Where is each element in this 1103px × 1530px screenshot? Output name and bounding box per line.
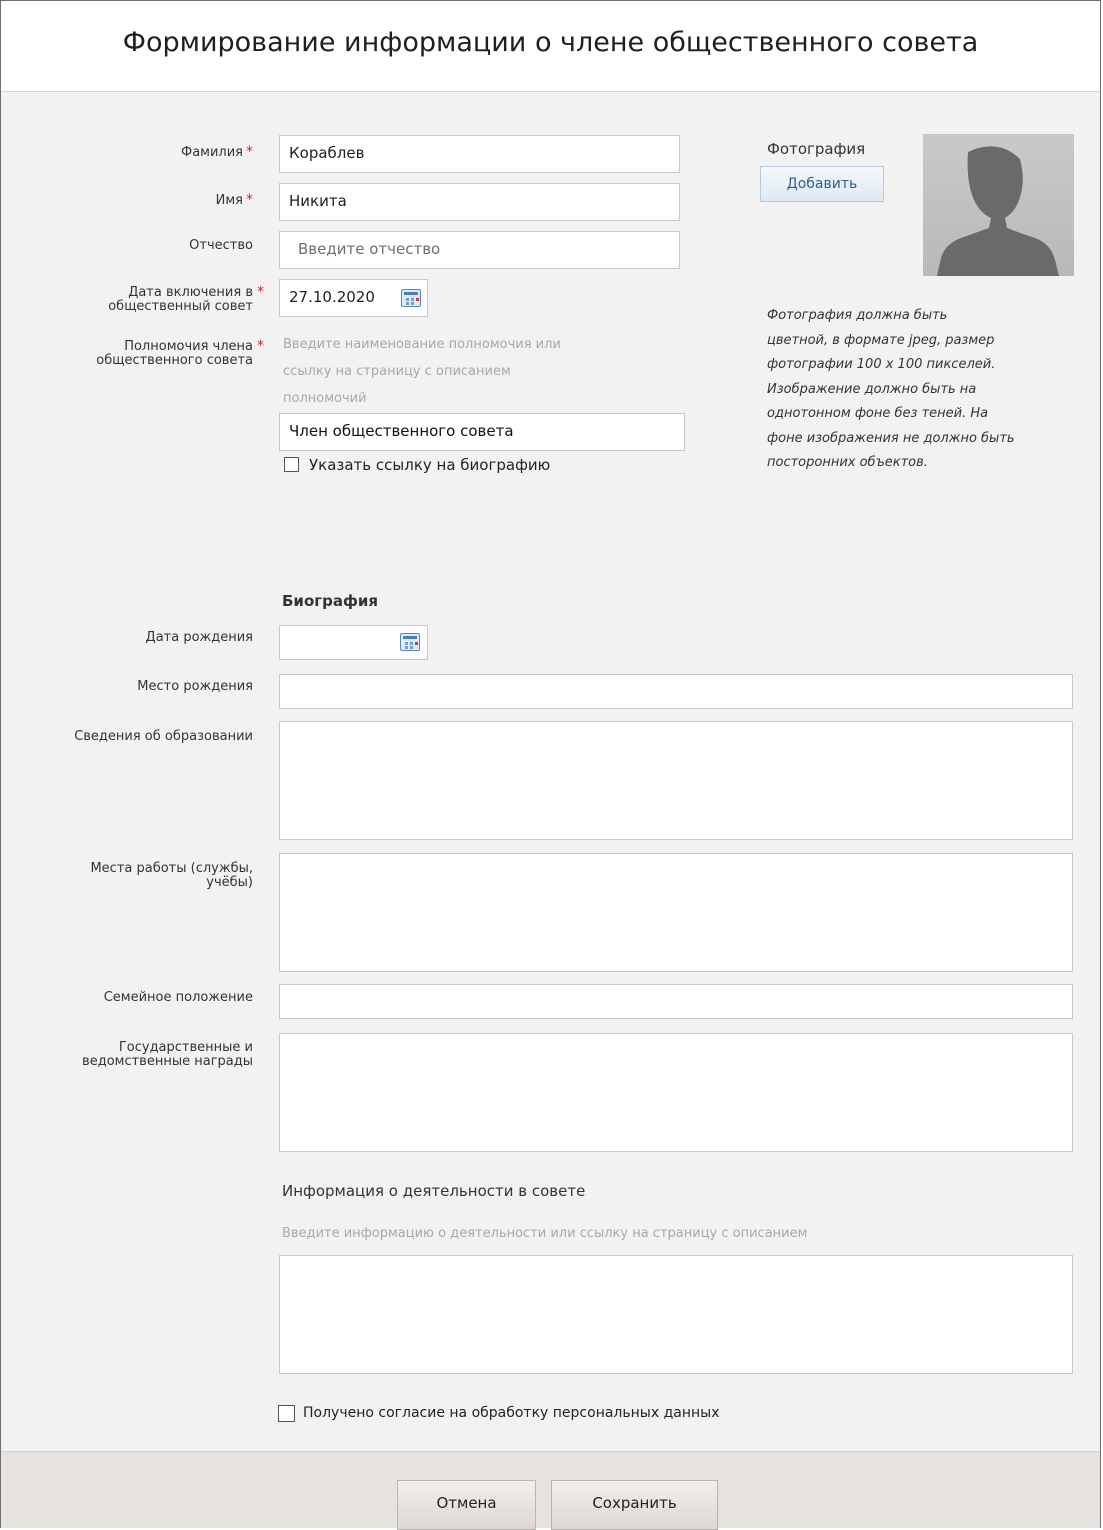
consent-checkbox[interactable]	[278, 1405, 295, 1422]
bio-link-checkbox-label[interactable]: Указать ссылку на биографию	[309, 456, 550, 474]
photo-note-line: однотонном фоне без теней. На	[767, 406, 989, 421]
cancel-button[interactable]: Отмена	[397, 1480, 536, 1530]
birth-place-input[interactable]	[279, 674, 1073, 709]
education-textarea[interactable]	[279, 721, 1073, 840]
education-label: Сведения об образовании	[74, 729, 253, 744]
photo-note-line: фотографии 100 х 100 пикселей.	[767, 357, 996, 372]
photo-note-line: Фотография должна быть	[767, 308, 948, 323]
patronymic-label: Отчество	[189, 238, 253, 253]
dialog-footer: Отмена Сохранить	[1, 1451, 1100, 1530]
name-input[interactable]: Никита	[279, 183, 680, 221]
inclusion-date-label: Дата включения в общественный совет	[108, 285, 253, 314]
save-button[interactable]: Сохранить	[551, 1480, 718, 1530]
dialog-title: Формирование информации о члене обществе…	[122, 27, 979, 58]
person-silhouette-icon	[923, 134, 1074, 276]
work-places-label: Места работы (службы, учёбы)	[90, 861, 253, 890]
photo-note-line: фоне изображения не должно быть	[767, 430, 1015, 446]
photo-requirements-note: Фотография должна быть цветной, в формат…	[767, 304, 1015, 476]
add-photo-button[interactable]: Добавить	[760, 166, 884, 202]
activity-title: Информация о деятельности в совете	[282, 1182, 586, 1200]
awards-textarea[interactable]	[279, 1033, 1073, 1152]
authority-hint-line: Введите наименование полномочия или	[283, 337, 561, 352]
awards-label: Государственные и ведомственные награды	[82, 1040, 253, 1069]
authority-required-mark: *	[257, 338, 264, 354]
birth-date-label: Дата рождения	[145, 630, 253, 645]
photo-note-line: цветной, в формате jpeg, размер	[767, 332, 995, 348]
photo-label: Фотография	[767, 140, 866, 158]
family-status-input[interactable]	[279, 984, 1073, 1019]
calendar-icon[interactable]	[401, 289, 421, 307]
dialog-header: Формирование информации о члене обществе…	[1, 1, 1100, 92]
name-label: Имя *	[215, 192, 253, 208]
family-status-label: Семейное положение	[103, 990, 253, 1005]
photo-note-line: посторонних объектов.	[767, 455, 928, 470]
activity-hint: Введите информацию о деятельности или сс…	[282, 1226, 808, 1241]
authority-hint-line: полномочий	[283, 391, 367, 406]
consent-checkbox-label[interactable]: Получено согласие на обработку персональ…	[303, 1405, 719, 1421]
surname-input[interactable]: Кораблев	[279, 135, 680, 173]
activity-textarea[interactable]	[279, 1255, 1073, 1374]
biography-title: Биография	[282, 592, 378, 610]
member-info-dialog: Формирование информации о члене обществе…	[0, 0, 1101, 1530]
authority-hint-line: ссылку на страницу с описанием	[283, 364, 511, 379]
authority-label: Полномочия члена общественного совета	[96, 339, 253, 368]
inclusion-date-required-mark: *	[257, 284, 264, 300]
birth-place-label: Место рождения	[137, 679, 253, 694]
patronymic-input[interactable]: Введите отчество	[279, 231, 680, 269]
authority-input[interactable]: Член общественного совета	[279, 413, 685, 451]
authority-hint: Введите наименование полномочия или ссыл…	[283, 331, 561, 412]
bio-link-checkbox[interactable]	[284, 457, 299, 472]
surname-label: Фамилия *	[181, 144, 253, 160]
calendar-icon[interactable]	[400, 633, 420, 651]
photo-note-line: Изображение должно быть на	[767, 381, 977, 397]
work-places-textarea[interactable]	[279, 853, 1073, 972]
